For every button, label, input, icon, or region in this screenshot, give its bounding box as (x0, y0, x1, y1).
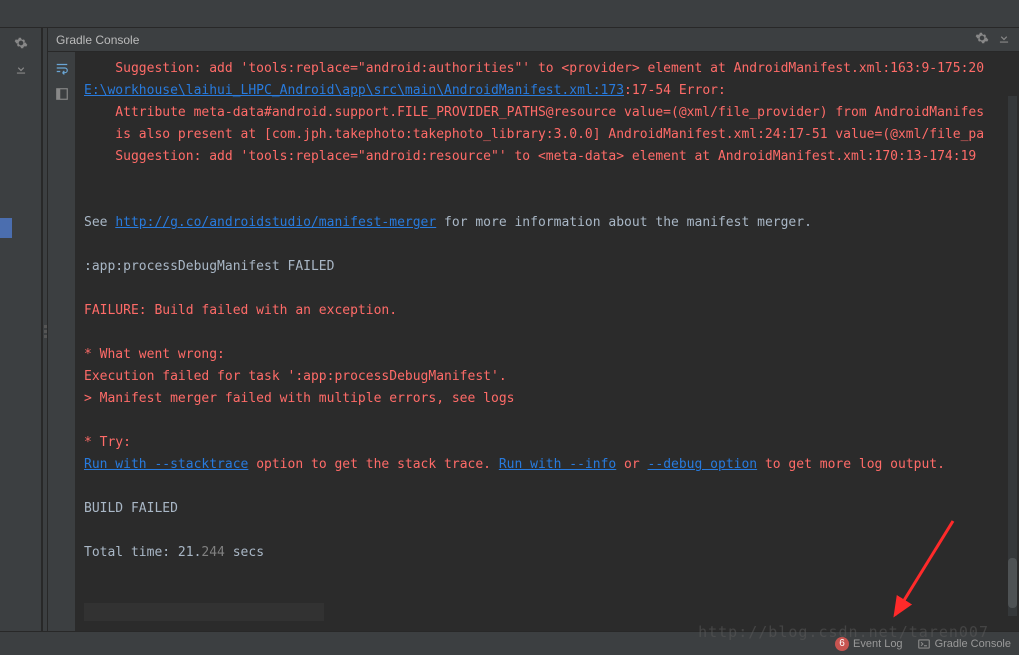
event-log-button[interactable]: 6 Event Log (835, 637, 903, 651)
console-icon (917, 637, 931, 651)
event-count-badge: 6 (835, 637, 849, 651)
console-line: * What went wrong: (84, 347, 225, 362)
console-line: secs (225, 545, 264, 560)
console-toolbar (48, 52, 76, 631)
console-line: FAILURE: Build failed with an exception. (84, 303, 397, 318)
wrap-icon (55, 61, 69, 75)
console-line: BUILD FAILED (84, 501, 178, 516)
file-link[interactable]: E:\workhouse\laihui_LHPC_Android\app\src… (84, 83, 624, 98)
gradle-console-panel: Gradle Console Suggestion: add 'to (48, 28, 1019, 631)
info-link[interactable]: Run with --info (499, 457, 616, 472)
console-line: :app:processDebugManifest FAILED (84, 259, 334, 274)
vertical-splitter[interactable] (42, 28, 48, 631)
console-header: Gradle Console (48, 28, 1019, 52)
gear-icon (975, 31, 989, 45)
download-icon (14, 62, 28, 76)
console-line: for more information about the manifest … (436, 215, 812, 230)
scroll-to-end-button[interactable] (52, 84, 72, 104)
main-region: Gradle Console Suggestion: add 'to (0, 28, 1019, 631)
stacktrace-link[interactable]: Run with --stacktrace (84, 457, 248, 472)
settings-button[interactable] (10, 32, 32, 54)
console-line: 244 (201, 545, 224, 560)
console-line: is also present at [com.jph.takephoto:ta… (84, 127, 984, 142)
console-line: :17-54 Error: (624, 83, 726, 98)
vertical-scrollbar-track[interactable] (1008, 96, 1017, 616)
console-line: > Manifest merger failed with multiple e… (84, 391, 514, 406)
selection-block (84, 603, 324, 621)
debug-link[interactable]: --debug option (648, 457, 758, 472)
console-line: or (616, 457, 647, 472)
menu-bar-strip (0, 0, 1019, 28)
console-title: Gradle Console (56, 33, 139, 47)
console-line: to get more log output. (757, 457, 945, 472)
gradle-console-button[interactable]: Gradle Console (917, 637, 1011, 651)
console-output[interactable]: Suggestion: add 'tools:replace="android:… (76, 52, 1019, 631)
vertical-scrollbar-thumb[interactable] (1008, 558, 1017, 608)
console-hide-button[interactable] (997, 31, 1011, 48)
merger-doc-link[interactable]: http://g.co/androidstudio/manifest-merge… (115, 215, 436, 230)
layout-icon (55, 87, 69, 101)
console-line: Execution failed for task ':app:processD… (84, 369, 507, 384)
console-line: * Try: (84, 435, 131, 450)
gear-icon (14, 36, 28, 50)
status-bar: 6 Event Log Gradle Console (0, 631, 1019, 655)
console-line: Suggestion: add 'tools:replace="android:… (84, 149, 984, 164)
console-line: Suggestion: add 'tools:replace="android:… (84, 61, 984, 76)
console-line: See (84, 215, 115, 230)
download-button[interactable] (10, 58, 32, 80)
console-line: Attribute meta-data#android.support.FILE… (84, 105, 984, 120)
console-header-actions (975, 31, 1011, 48)
soft-wrap-button[interactable] (52, 58, 72, 78)
console-line: Total time: 21. (84, 545, 201, 560)
download-icon (997, 31, 1011, 45)
left-tab-selection (0, 218, 12, 238)
left-tool-gutter (0, 28, 42, 631)
gradle-console-label: Gradle Console (935, 638, 1011, 650)
event-log-label: Event Log (853, 638, 903, 650)
console-settings-button[interactable] (975, 31, 989, 48)
console-line: option to get the stack trace. (248, 457, 498, 472)
console-body: Suggestion: add 'tools:replace="android:… (48, 52, 1019, 631)
